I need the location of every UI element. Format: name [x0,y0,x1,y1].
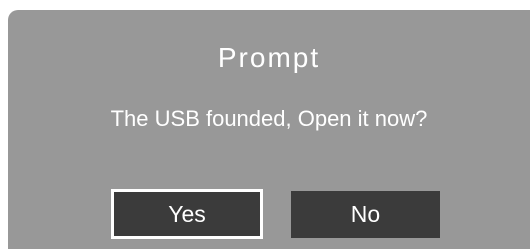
yes-button[interactable]: Yes [111,189,263,239]
dialog-title: Prompt [217,42,321,73]
no-button[interactable]: No [291,191,440,238]
dialog-message: The USB founded, Open it now? [110,106,428,131]
usb-prompt-dialog: Prompt The USB founded, Open it now? Yes… [8,10,530,249]
